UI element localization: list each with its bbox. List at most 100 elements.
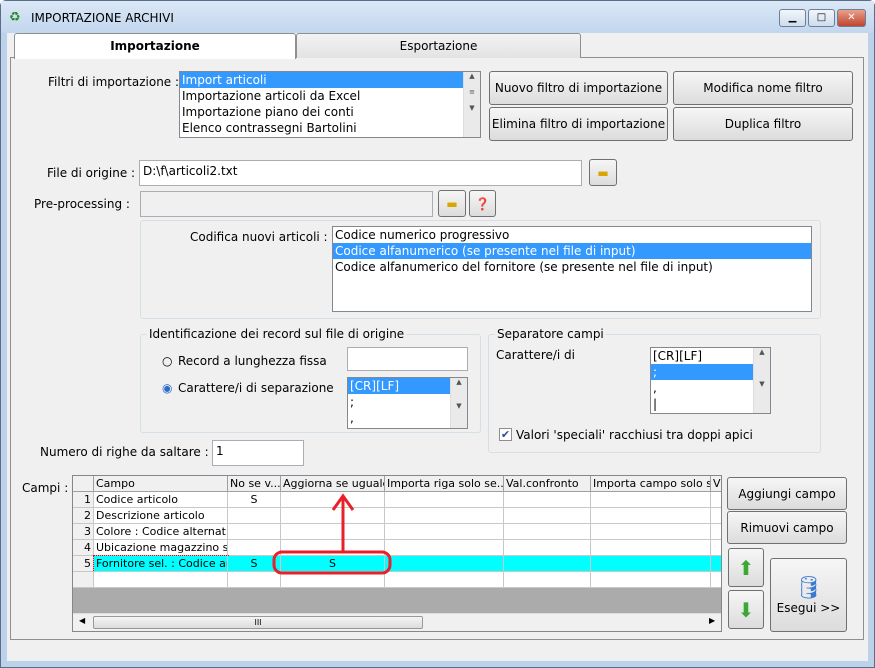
cell[interactable]	[385, 508, 504, 524]
app-icon: ♻	[9, 10, 21, 25]
delete-filter-button[interactable]: Elimina filtro di importazione	[489, 107, 668, 141]
coding-list[interactable]: Codice numerico progressivo Codice alfan…	[332, 226, 812, 312]
folder-icon[interactable]: ▬	[438, 190, 466, 217]
run-button[interactable]: 🛢 Esegui >>	[770, 558, 847, 632]
cell[interactable]	[94, 572, 228, 588]
duplicate-filter-button[interactable]: Duplica filtro	[673, 107, 853, 141]
minimize-button[interactable]: ▁	[779, 9, 806, 27]
tab-importazione[interactable]: Importazione	[14, 33, 296, 59]
scroll-left-icon[interactable]: ◀	[79, 616, 85, 625]
cell[interactable]	[385, 540, 504, 556]
list-item[interactable]: Codice alfanumerico (se presente nel fil…	[333, 243, 811, 259]
table-row[interactable]: 2 Descrizione articolo	[73, 508, 721, 524]
preprocessing-label: Pre-processing :	[34, 197, 130, 211]
table-row-empty[interactable]	[73, 572, 721, 588]
scrollbar[interactable]: ▲ ≡ ▼	[463, 72, 480, 137]
radio-separator-chars[interactable]: ◉	[162, 381, 172, 395]
cell[interactable]: Colore : Codice alternativo	[94, 524, 228, 540]
list-item[interactable]: Codice numerico progressivo	[333, 227, 811, 243]
cell[interactable]: Codice articolo	[94, 492, 228, 508]
radio-fixed-length[interactable]: ○	[162, 354, 172, 368]
skip-rows-label: Numero di righe da saltare :	[40, 445, 209, 459]
maximize-button[interactable]: □	[808, 9, 835, 27]
cell[interactable]	[711, 508, 721, 524]
table-row[interactable]: 5Fornitore sel. : Codice art...SS	[73, 555, 721, 573]
cell[interactable]	[504, 572, 591, 588]
cell[interactable]	[504, 508, 591, 524]
coding-label: Codifica nuovi articoli :	[190, 230, 328, 244]
cell[interactable]	[711, 524, 721, 540]
list-item[interactable]: Codice alfanumerico del fornitore (se pr…	[333, 259, 811, 275]
cell[interactable]	[504, 556, 591, 572]
group-legend: Separatore campi	[495, 327, 606, 341]
list-item[interactable]: Elenco contrassegni Bartolini	[180, 120, 480, 136]
cell[interactable]	[504, 540, 591, 556]
field-separator-list[interactable]: [CR][LF] ; , | ▲ ▼	[650, 347, 771, 414]
cell[interactable]	[591, 508, 711, 524]
database-icon: 🛢	[794, 575, 823, 601]
remove-field-button[interactable]: Rimuovi campo	[727, 511, 847, 544]
new-filter-button[interactable]: Nuovo filtro di importazione	[489, 71, 668, 105]
cell[interactable]	[711, 540, 721, 556]
cell[interactable]	[711, 556, 721, 572]
cell[interactable]: Fornitore sel. : Codice art...	[93, 555, 229, 573]
cell[interactable]	[504, 524, 591, 540]
row-number	[73, 572, 94, 588]
tab-esportazione[interactable]: Esportazione	[296, 33, 581, 58]
list-item[interactable]: Importazione articoli da Excel	[180, 88, 480, 104]
radio-label: Carattere/i di separazione	[178, 381, 334, 395]
table-row[interactable]: 3 Colore : Codice alternativo	[73, 524, 721, 540]
add-field-button[interactable]: Aggiungi campo	[727, 477, 847, 510]
cell[interactable]: Descrizione articolo	[94, 508, 228, 524]
fields-grid[interactable]: Campo No se v... Aggiorna se uguale Impo…	[72, 475, 722, 632]
horizontal-scrollbar[interactable]: ◀ III ▶	[73, 613, 721, 631]
move-up-icon[interactable]: ⬆	[728, 548, 764, 587]
grid-header: Campo No se v... Aggiorna se uguale Impo…	[73, 476, 721, 492]
table-row[interactable]: 1 Codice articolo S	[73, 492, 721, 508]
cell[interactable]	[591, 556, 711, 572]
list-item[interactable]: Import articoli	[180, 72, 480, 88]
column-header[interactable]: Campo	[94, 476, 228, 492]
cell[interactable]	[711, 492, 721, 508]
move-down-icon[interactable]: ⬇	[728, 590, 764, 629]
source-file-label: File di origine :	[47, 166, 136, 180]
source-file-input[interactable]: D:\f\articoli2.txt	[139, 160, 582, 186]
scroll-thumb[interactable]: III	[93, 616, 423, 629]
skip-rows-input[interactable]: 1	[212, 440, 304, 466]
column-header[interactable]: Importa campo solo s...	[591, 476, 711, 492]
table-row[interactable]: 4 Ubicazione magazzino s...	[73, 540, 721, 556]
cell[interactable]	[385, 556, 504, 572]
corner-cell	[73, 476, 94, 492]
row-number: 4	[73, 540, 94, 556]
close-button[interactable]: ✕	[837, 9, 866, 27]
folder-icon[interactable]: ▬	[589, 159, 617, 186]
column-header[interactable]: V	[711, 476, 721, 492]
scrollbar[interactable]: ▲ ▼	[753, 348, 770, 413]
filters-list[interactable]: Import articoli Importazione articoli da…	[179, 71, 481, 138]
cell[interactable]	[504, 492, 591, 508]
quotes-checkbox[interactable]: ✔	[499, 428, 512, 441]
cell[interactable]	[385, 492, 504, 508]
radio-label: Record a lunghezza fissa	[178, 354, 327, 368]
scrollbar[interactable]: ▲ ▼	[450, 378, 467, 428]
help-icon[interactable]: ❓	[469, 190, 496, 217]
cell[interactable]	[385, 524, 504, 540]
cell[interactable]	[591, 572, 711, 588]
record-separator-list[interactable]: [CR][LF] ; , ▲ ▼	[347, 377, 468, 429]
cell[interactable]	[591, 524, 711, 540]
column-header[interactable]: Val.confronto	[504, 476, 591, 492]
row-number: 5	[73, 556, 94, 572]
row-number: 2	[73, 508, 94, 524]
column-header[interactable]: Importa riga solo se...	[385, 476, 504, 492]
cell[interactable]	[385, 572, 504, 588]
preprocessing-input[interactable]	[140, 191, 433, 217]
rename-filter-button[interactable]: Modifica nome filtro	[673, 71, 853, 105]
cell[interactable]	[591, 540, 711, 556]
fixed-length-input[interactable]	[347, 347, 468, 371]
cell[interactable]: Ubicazione magazzino s...	[94, 540, 228, 556]
scroll-right-icon[interactable]: ▶	[709, 616, 715, 625]
list-item[interactable]: Importazione piano dei conti	[180, 104, 480, 120]
cell[interactable]	[711, 572, 721, 588]
row-number: 1	[73, 492, 94, 508]
cell[interactable]	[591, 492, 711, 508]
